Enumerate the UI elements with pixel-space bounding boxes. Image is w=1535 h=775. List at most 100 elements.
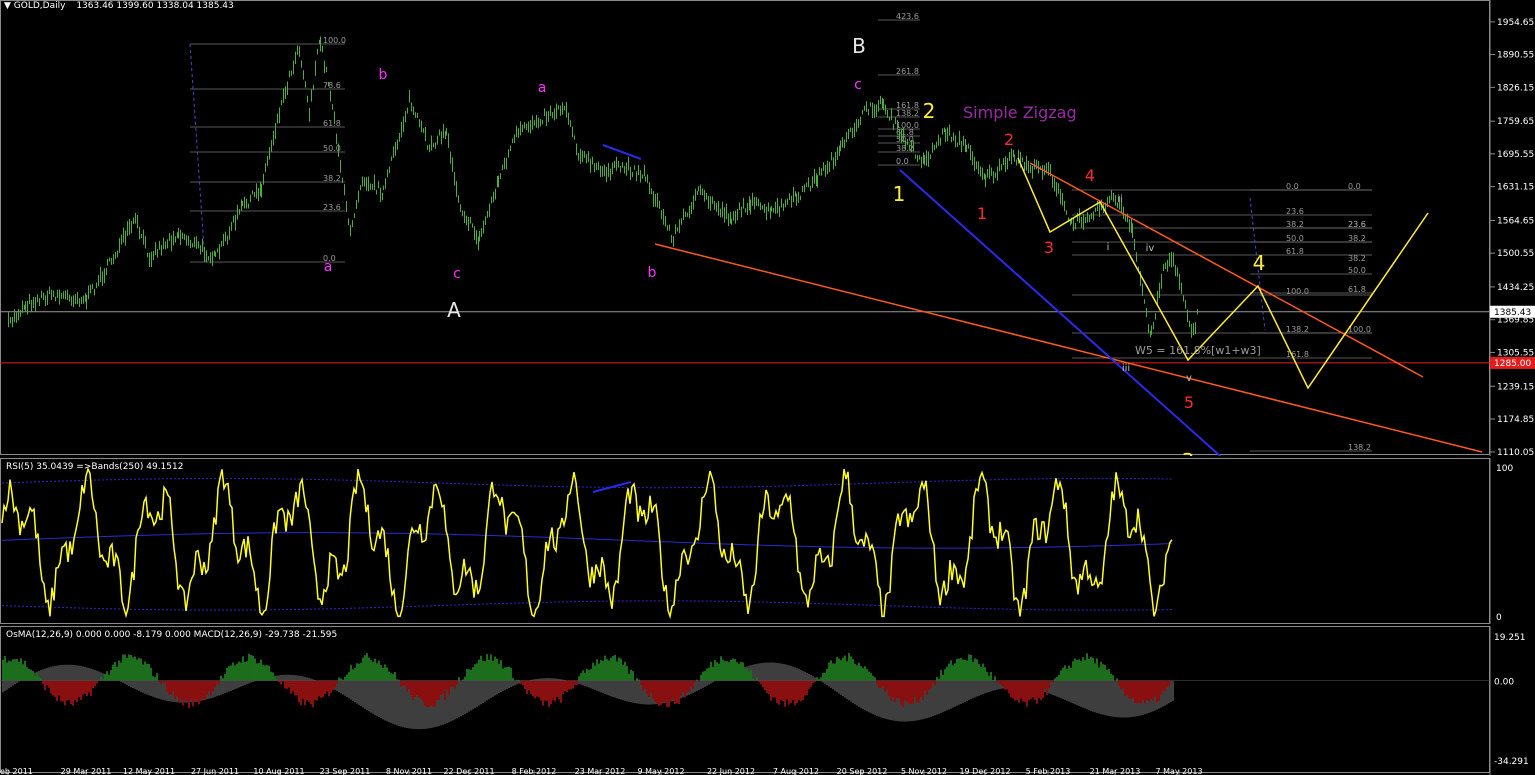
price-tick-label: 1500.55: [1497, 249, 1534, 259]
wave-label-5: 5: [1184, 393, 1194, 412]
candles: [8, 36, 1198, 338]
wave-label-4: 4: [1253, 251, 1266, 275]
fib-top-label: 261.8: [896, 67, 919, 76]
price-tick-label: 1631.15: [1497, 183, 1534, 193]
macd-tick-label: 0.00: [1494, 678, 1514, 688]
macd-tick-label: -34.291: [1494, 757, 1529, 767]
rsi-tick-label: 100: [1496, 464, 1513, 474]
fib-far-right-label: 100.0: [1348, 325, 1371, 334]
lower-trendline: [654, 243, 1483, 453]
wave-label-ii: ii: [1117, 194, 1123, 205]
fib-far-right-label: 138.2: [1348, 443, 1371, 452]
date-tick-label: 9 May 2012: [637, 767, 684, 775]
rsi-header: RSI(5) 35.0439 =>Bands(250) 49.1512: [6, 462, 184, 472]
date-tick-label: 7 May 2013: [1155, 767, 1202, 775]
fib-far-right-label: 61.8: [1348, 285, 1366, 294]
wave-label-1: 1: [977, 204, 987, 223]
wave-label-2: 2: [923, 99, 936, 123]
symbol-label: GOLD,Daily: [13, 1, 66, 11]
macd-header: OsMA(12,26,9) 0.000 0.000 -8.179 0.000 M…: [6, 630, 338, 640]
macd-bars: [2, 653, 1174, 730]
fib-far-right-label: 38.2: [1348, 234, 1366, 243]
wave-label-B: B: [852, 34, 866, 58]
wave-label-A: A: [447, 298, 461, 322]
price-tick-label: 1239.15: [1497, 382, 1534, 392]
date-tick-label: 22 Jun 2012: [707, 767, 755, 775]
date-tick-label: 12 May 2011: [123, 767, 175, 775]
wave-label-c: c: [453, 266, 461, 282]
price-tick-label: 1826.15: [1497, 83, 1534, 93]
rsi-lower-band: [1, 600, 1173, 611]
wave-label-3: 3: [1182, 449, 1195, 456]
date-tick-label: 23 Mar 2012: [575, 767, 626, 775]
fib-left-label: 38.2: [323, 174, 341, 183]
price-chart[interactable]: 1954.65 1890.55 1826.15 1759.65 1695.55 1631.…: [0, 0, 1535, 456]
fib-left-label: 23.6: [323, 203, 341, 212]
fib-far-right-label: 50.0: [1348, 266, 1366, 275]
wave-label-1: 1: [893, 182, 906, 206]
price-tick-label: 1695.55: [1497, 150, 1534, 160]
rsi-upper-band: [1, 477, 1173, 489]
fib-right-label: 100.0: [1286, 287, 1309, 296]
date-tick-label: 20 Sep 2012: [837, 767, 888, 775]
rsi-tick-label: 0: [1496, 613, 1502, 623]
fib-top-label: 0.0: [896, 157, 909, 166]
fib-top-label: 138.2: [896, 109, 919, 118]
date-tick-label: 29 Mar 2011: [61, 767, 112, 775]
fib-far-right-label: 23.6: [1348, 220, 1366, 229]
date-tick-label: 21 Mar 2013: [1090, 767, 1141, 775]
date-tick-label: 8 Nov 2011: [386, 767, 432, 775]
wave-label-b: b: [648, 265, 657, 281]
date-tick-label: 5 Nov 2012: [901, 767, 947, 775]
ohlc-readout: 1363.46 1399.60 1338.04 1385.43: [76, 1, 234, 11]
fib-left-label: 61.8: [323, 119, 341, 128]
price-tick-label: 1564.65: [1497, 216, 1534, 226]
price-tick-label: 1890.55: [1497, 51, 1534, 61]
wave-label-a: a: [324, 259, 333, 275]
rsi-chart[interactable]: 100 0: [0, 458, 1535, 624]
rsi-line: [1, 466, 1173, 620]
macd-frame: [0, 626, 1490, 773]
date-tick-label: 11 Feb 2011: [0, 767, 33, 775]
date-tick-label: 8 Feb 2012: [512, 767, 557, 775]
date-tick-label: 23 Sep 2011: [320, 767, 371, 775]
alert-price-label: 1285.00: [1494, 359, 1531, 369]
wave-label-a: a: [538, 80, 547, 96]
price-tick-label: 1110.05: [1497, 448, 1534, 456]
wave-label-iv: iv: [1146, 243, 1155, 254]
date-tick-label: 5 Feb 2013: [1026, 767, 1071, 775]
wave-label-v: v: [1186, 373, 1192, 384]
date-tick-label: 19 Dec 2012: [959, 767, 1010, 775]
price-tick-label: 1759.65: [1497, 117, 1534, 127]
wave-label-4: 4: [1085, 166, 1095, 185]
price-tick-label: 1954.65: [1497, 18, 1534, 28]
wave-label-b: b: [379, 67, 388, 83]
price-tick-label: 1434.25: [1497, 283, 1534, 293]
wave-label-c: c: [854, 77, 862, 93]
blue-channel-line: [899, 169, 1222, 456]
fib-top-label: 423.6: [896, 12, 919, 21]
macd-chart[interactable]: 19.251 0.00 -34.291 11 Feb 2011 29 Mar 2011 1…: [0, 626, 1535, 775]
wave-label-2: 2: [1004, 130, 1014, 149]
simple-zigzag-label: Simple Zigzag: [963, 103, 1077, 122]
rsi-pane[interactable]: 100 0 RSI(5) 35.0439 =>Bands(250) 49.1512: [0, 458, 1535, 624]
w5-target-label: W5 = 161.8%[w1+w3]: [1135, 344, 1261, 357]
chart-frame: [0, 0, 1490, 455]
fib-left-anchor: [189, 43, 206, 263]
blue-short-line: [602, 144, 642, 160]
wave-label-3: 3: [1044, 238, 1054, 257]
wave-label-iii: iii: [1122, 363, 1130, 374]
fib-right-label: 61.8: [1286, 247, 1304, 256]
dropdown-arrow-icon[interactable]: ▼: [4, 1, 14, 11]
macd-tick-label: 19.251: [1494, 633, 1526, 643]
fib-right-label: 23.6: [1286, 207, 1304, 216]
date-tick-label: 27 Jun 2011: [191, 767, 239, 775]
macd-pane[interactable]: 19.251 0.00 -34.291 11 Feb 2011 29 Mar 2011 1…: [0, 626, 1535, 775]
date-tick-label: 7 Aug 2012: [773, 767, 819, 775]
fib-left-label: 100.0: [323, 36, 346, 45]
current-price-label: 1385.43: [1494, 308, 1531, 318]
chart-header: ▼ GOLD,Daily 1363.46 1399.60 1338.04 138…: [4, 1, 234, 11]
fib-far-right-label: 38.2: [1348, 254, 1366, 263]
price-pane[interactable]: 1954.65 1890.55 1826.15 1759.65 1695.55 1631.…: [0, 0, 1535, 456]
date-tick-label: 10 Aug 2011: [253, 767, 304, 775]
